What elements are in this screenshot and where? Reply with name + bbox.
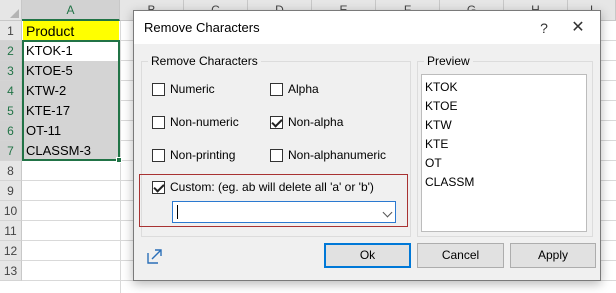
preview-line: KTE <box>425 137 449 151</box>
preview-line: KTW <box>425 118 452 132</box>
chevron-down-icon[interactable] <box>382 207 393 218</box>
non-printing-label: Non-printing <box>170 148 236 162</box>
cell-a1[interactable]: Product <box>23 21 119 41</box>
option-numeric[interactable]: Numeric <box>152 81 215 97</box>
option-non-numeric[interactable]: Non-numeric <box>152 114 239 130</box>
non-alpha-label: Non-alpha <box>288 115 344 129</box>
help-button[interactable]: ? <box>535 18 553 38</box>
custom-characters-combobox[interactable] <box>172 201 396 223</box>
share-link-icon[interactable] <box>146 247 164 265</box>
row-header-13[interactable]: 13 <box>0 261 22 281</box>
non-numeric-label: Non-numeric <box>170 115 239 129</box>
option-non-printing[interactable]: Non-printing <box>152 147 235 163</box>
row-header-6[interactable]: 6 <box>0 121 22 141</box>
non-alpha-checkbox[interactable] <box>270 115 283 129</box>
select-all-corner[interactable] <box>0 0 22 21</box>
row-header-8[interactable]: 8 <box>0 161 22 181</box>
row-header-12[interactable]: 12 <box>0 241 22 261</box>
option-custom[interactable]: Custom: (eg. ab will delete all 'a' or '… <box>152 179 374 195</box>
column-header-a[interactable]: A <box>22 0 120 21</box>
non-alphanumeric-checkbox[interactable] <box>270 148 283 162</box>
preview-line: OT <box>425 156 442 170</box>
row-header-3[interactable]: 3 <box>0 61 22 81</box>
ok-button[interactable]: Ok <box>324 243 411 268</box>
preview-line: KTOE <box>425 99 458 113</box>
row-header-7[interactable]: 7 <box>0 141 22 161</box>
non-printing-checkbox[interactable] <box>152 148 165 162</box>
custom-checkbox[interactable] <box>152 180 165 194</box>
row-header-2[interactable]: 2 <box>0 41 22 61</box>
dialog-titlebar[interactable]: Remove Characters ? ✕ <box>134 11 600 44</box>
option-alpha[interactable]: Alpha <box>270 81 319 97</box>
row-header-11[interactable]: 11 <box>0 221 22 241</box>
cancel-button[interactable]: Cancel <box>417 243 504 268</box>
option-non-alpha[interactable]: Non-alpha <box>270 114 343 130</box>
preview-line: CLASSM <box>425 175 475 189</box>
remove-characters-dialog: Remove Characters ? ✕ Remove Characters … <box>133 10 601 281</box>
row-header-9[interactable]: 9 <box>0 181 22 201</box>
alpha-label: Alpha <box>288 82 319 96</box>
alpha-checkbox[interactable] <box>270 82 283 96</box>
dialog-title: Remove Characters <box>144 20 260 35</box>
text-caret <box>177 205 178 219</box>
close-button[interactable]: ✕ <box>568 18 588 38</box>
row-header-5[interactable]: 5 <box>0 101 22 121</box>
apply-button[interactable]: Apply <box>510 243 596 268</box>
numeric-label: Numeric <box>170 82 215 96</box>
numeric-checkbox[interactable] <box>152 82 165 96</box>
row-header-4[interactable]: 4 <box>0 81 22 101</box>
row-header-10[interactable]: 10 <box>0 201 22 221</box>
custom-characters-input[interactable] <box>174 203 370 221</box>
select-all-triangle-icon <box>10 9 19 18</box>
preview-title: Preview <box>424 54 473 68</box>
non-numeric-checkbox[interactable] <box>152 115 165 129</box>
fill-handle[interactable] <box>116 157 122 163</box>
custom-label: Custom: (eg. ab will delete all 'a' or '… <box>170 180 374 194</box>
selection-range <box>22 40 120 161</box>
group-title: Remove Characters <box>148 54 261 68</box>
non-alphanumeric-label: Non-alphanumeric <box>288 148 387 162</box>
row-header-1[interactable]: 1 <box>0 21 22 41</box>
preview-line: KTOK <box>425 80 458 94</box>
option-non-alphanumeric[interactable]: Non-alphanumeric <box>270 147 386 163</box>
preview-list[interactable]: KTOK KTOE KTW KTE OT CLASSM <box>421 74 587 232</box>
